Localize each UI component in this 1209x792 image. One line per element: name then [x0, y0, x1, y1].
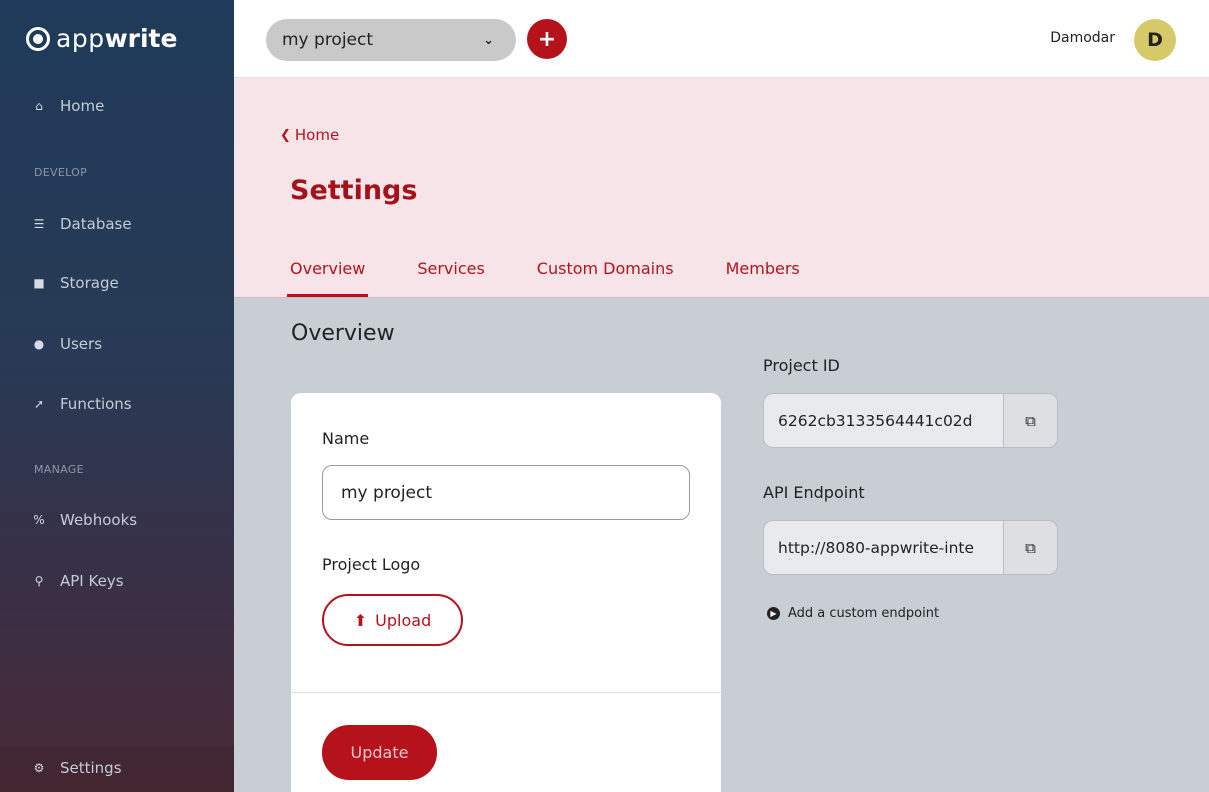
card-divider: [291, 692, 721, 693]
upload-icon: ⬆: [353, 610, 368, 630]
bolt-icon: ➚: [33, 397, 45, 411]
appwrite-logo[interactable]: appwrite: [26, 24, 177, 53]
sidebar-item-label: API Keys: [60, 572, 124, 590]
sidebar-item-settings[interactable]: ⚙ Settings: [32, 759, 122, 777]
project-id-field: 6262cb3133564441c02d ⧉: [763, 393, 1058, 448]
copy-project-id-button[interactable]: ⧉: [1003, 394, 1057, 447]
add-custom-endpoint-link[interactable]: ▶ Add a custom endpoint: [767, 606, 939, 621]
database-icon: ☰: [33, 217, 45, 231]
upload-button[interactable]: ⬆ Upload: [322, 594, 463, 646]
sidebar-item-label: Functions: [60, 395, 132, 413]
upload-button-label: Upload: [375, 610, 432, 630]
home-icon: ⌂: [35, 99, 43, 113]
sidebar-item-functions[interactable]: ➚ Functions: [32, 395, 132, 413]
sidebar-item-label: Webhooks: [60, 511, 138, 529]
avatar[interactable]: D: [1134, 19, 1176, 61]
sidebar-item-api-keys[interactable]: ⚲ API Keys: [32, 572, 124, 590]
chevron-down-icon: ⌄: [483, 32, 494, 48]
api-endpoint-value[interactable]: http://8080-appwrite-inte: [764, 521, 1004, 574]
copy-icon: ⧉: [1025, 538, 1036, 557]
sidebar-item-webhooks[interactable]: % Webhooks: [32, 511, 137, 529]
copy-api-endpoint-button[interactable]: ⧉: [1003, 521, 1057, 574]
back-link-label: Home: [294, 126, 340, 144]
sidebar: appwrite ⌂ Home DEVELOP ☰ Database ■ Sto…: [0, 0, 234, 792]
user-name[interactable]: Damodar: [1050, 30, 1115, 46]
name-label: Name: [322, 429, 370, 448]
sidebar-section-develop: DEVELOP: [34, 166, 88, 179]
project-id-label: Project ID: [763, 356, 840, 375]
project-settings-card: Name my project Project Logo ⬆ Upload Up…: [291, 393, 721, 792]
page-title: Settings: [290, 175, 418, 206]
sidebar-item-home[interactable]: ⌂ Home: [32, 97, 104, 115]
sidebar-item-storage[interactable]: ■ Storage: [32, 274, 119, 292]
key-icon: ⚲: [34, 574, 44, 588]
users-icon: ●: [33, 337, 45, 351]
project-name-input[interactable]: my project: [322, 465, 690, 520]
tab-members[interactable]: Members: [726, 259, 800, 297]
chevron-left-icon: ❮: [280, 127, 291, 143]
project-selector-value: my project: [282, 30, 374, 50]
sidebar-item-database[interactable]: ☰ Database: [32, 215, 132, 233]
top-bar: my project ⌄ + Damodar D: [234, 0, 1209, 78]
folder-icon: ■: [33, 276, 45, 290]
project-selector[interactable]: my project ⌄: [266, 19, 516, 61]
section-title: Overview: [291, 321, 395, 346]
api-endpoint-label: API Endpoint: [763, 483, 865, 502]
api-endpoint-field: http://8080-appwrite-inte ⧉: [763, 520, 1058, 575]
add-project-button[interactable]: +: [527, 19, 567, 59]
tab-custom-domains[interactable]: Custom Domains: [537, 259, 674, 297]
sidebar-item-label: Storage: [60, 274, 119, 292]
tab-services[interactable]: Services: [417, 259, 484, 297]
appwrite-logo-icon: [26, 26, 50, 51]
sidebar-item-label: Home: [60, 97, 105, 115]
gear-icon: ⚙: [33, 761, 45, 775]
project-id-value[interactable]: 6262cb3133564441c02d: [764, 394, 1004, 447]
page-header: ❮ Home Settings Overview Services Custom…: [234, 78, 1209, 298]
sidebar-item-label: Users: [60, 335, 103, 353]
plus-icon: +: [537, 26, 557, 52]
sidebar-item-label: Settings: [60, 759, 122, 777]
tab-overview[interactable]: Overview: [286, 259, 369, 297]
sidebar-section-manage: MANAGE: [34, 463, 84, 476]
tab-bar: Overview Services Custom Domains Members: [286, 259, 852, 297]
update-button[interactable]: Update: [322, 725, 437, 780]
add-custom-endpoint-label: Add a custom endpoint: [788, 606, 940, 621]
copy-icon: ⧉: [1025, 411, 1036, 430]
chevron-circle-right-icon: ▶: [767, 607, 780, 620]
project-logo-label: Project Logo: [322, 555, 421, 574]
sidebar-item-users[interactable]: ● Users: [32, 335, 102, 353]
link-icon: %: [33, 513, 45, 527]
back-link[interactable]: ❮ Home: [280, 126, 339, 144]
sidebar-item-label: Database: [60, 215, 132, 233]
